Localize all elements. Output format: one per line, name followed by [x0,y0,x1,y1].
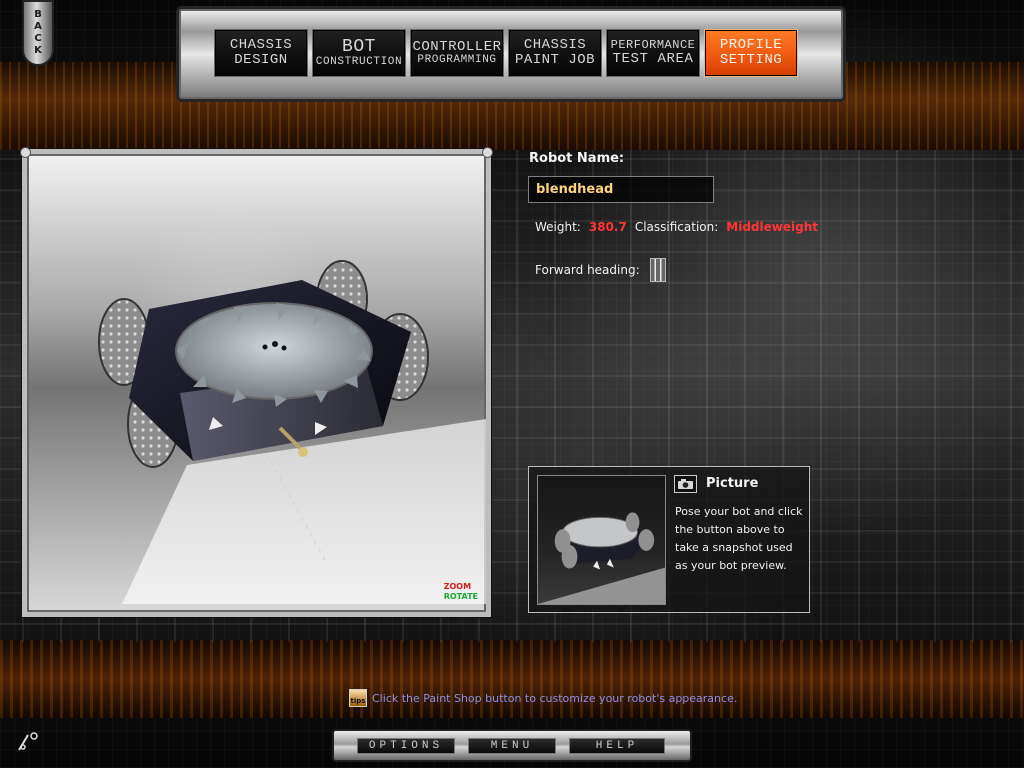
tab-profile-setting-line1: PROFILE [719,37,783,54]
tab-chassis-paint-job[interactable]: CHASSIS PAINT JOB [508,29,602,77]
tab-controller-programming[interactable]: CONTROLLER PROGRAMMING [410,29,504,77]
tab-chassis-paint-job-line2: PAINT JOB [514,52,596,68]
top-navigation-tabs: CHASSIS DESIGN BOT CONSTRUCTION CONTROLL… [214,29,808,77]
tab-bot-construction[interactable]: BOT CONSTRUCTION [312,29,406,77]
forward-heading-label: Forward heading: [535,263,640,277]
camera-icon-svg [678,479,693,489]
weight-label: Weight: [535,220,581,234]
tab-chassis-paint-job-line1: CHASSIS [523,37,587,54]
back-button[interactable]: BACK [22,0,54,66]
picture-title: Picture [706,476,759,491]
weight-value: 380.7 [588,220,627,234]
tab-profile-setting-line2: SETTING [719,52,783,68]
robot-name-input[interactable] [528,176,714,203]
tab-bot-construction-line2: CONSTRUCTION [315,55,403,68]
menu-button[interactable]: MENU [468,738,556,754]
weight-classification-row: Weight: 380.7 Classification: Middleweig… [535,220,818,234]
robot-name-label: Robot Name: [529,151,625,166]
camera-icon[interactable] [674,475,697,493]
tab-chassis-design-line1: CHASSIS [229,37,293,54]
robot-render [98,260,486,604]
robot-3d-viewport[interactable]: ZOOM ROTATE [20,147,493,617]
picture-description: Pose your bot and click the button above… [675,505,803,572]
tab-performance-test-area[interactable]: PERFORMANCE TEST AREA [606,29,700,77]
zoom-rotate-legend: ZOOM ROTATE [444,582,478,602]
tab-chassis-design[interactable]: CHASSIS DESIGN [214,29,308,77]
rotate-label: ROTATE [443,592,478,601]
bottom-menu-buttons: OPTIONS MENU HELP [357,738,665,754]
forward-heading-row: Forward heading: [535,258,666,282]
tab-chassis-design-line2: DESIGN [234,52,288,68]
tip-row: tips Click the Paint Shop button to cust… [349,689,737,707]
options-button[interactable]: OPTIONS [357,738,455,754]
robot-profile-screen: BACK CHASSIS DESIGN BOT CONSTRUCTION CON… [0,0,1024,768]
classification-value: Middleweight [726,220,818,234]
thumbnail-robot-render [538,512,665,604]
tip-icon: tips [349,689,367,707]
tab-controller-programming-line2: PROGRAMMING [417,53,497,66]
forward-heading-control[interactable] [649,258,666,282]
tab-performance-test-area-line2: TEST AREA [612,50,694,67]
classification-label: Classification: [634,220,719,234]
tip-text: Click the Paint Shop button to customize… [372,691,738,705]
picture-panel: Picture Pose your bot and click the butt… [528,466,810,613]
zoom-label: ZOOM [443,582,472,591]
light-beam [122,419,486,604]
help-button[interactable]: HELP [569,738,665,754]
tab-bot-construction-line1: BOT [342,36,376,57]
bot-preview-thumbnail [537,475,666,605]
status-icon [18,732,38,751]
tab-profile-setting[interactable]: PROFILE SETTING [704,29,798,77]
tab-controller-programming-line1: CONTROLLER [412,38,502,55]
